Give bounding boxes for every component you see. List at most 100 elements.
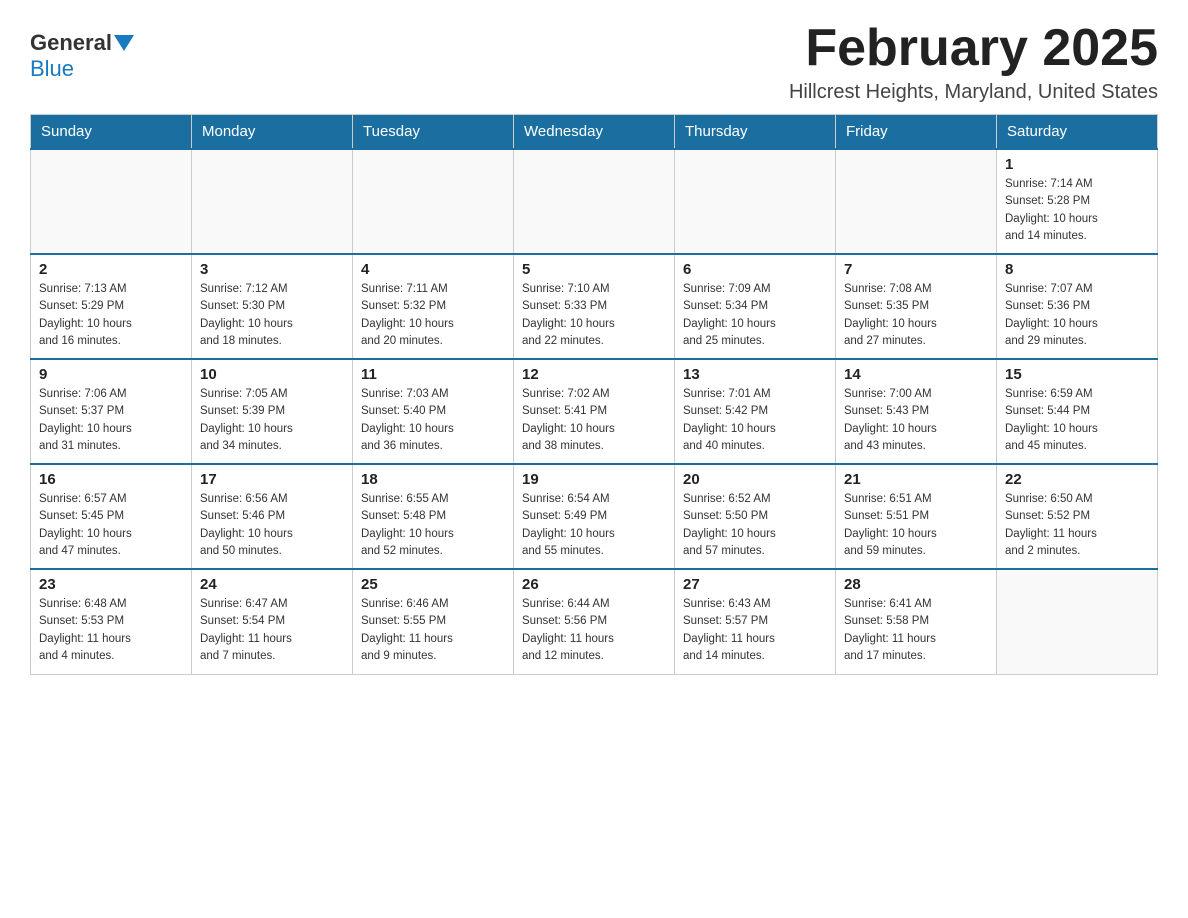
calendar-cell: 8Sunrise: 7:07 AMSunset: 5:36 PMDaylight… — [997, 254, 1158, 359]
calendar-cell: 4 Sunrise: 7:11 AMSunset: 5:32 PMDaylight… — [353, 254, 514, 359]
calendar-cell — [353, 149, 514, 254]
column-header-tuesday: Tuesday — [353, 115, 514, 150]
week-row-5: 23Sunrise: 6:48 AMSunset: 5:53 PMDayligh… — [31, 569, 1158, 674]
day-number: 11 — [361, 366, 505, 383]
day-number: 5 — [522, 261, 666, 278]
logo-blue-text: Blue — [30, 56, 74, 81]
month-title: February 2025 — [789, 20, 1158, 77]
day-number: 23 — [39, 576, 183, 593]
calendar-cell: 13 Sunrise: 7:01 AMSunset: 5:42 PMDayligh… — [675, 359, 836, 464]
day-number: 16 — [39, 471, 183, 488]
location-title: Hillcrest Heights, Maryland, United Stat… — [789, 81, 1158, 104]
day-info: Sunrise: 6:55 AMSunset: 5:48 PMDaylight:… — [361, 491, 505, 560]
title-area: February 2025 Hillcrest Heights, Marylan… — [789, 20, 1158, 104]
day-info: Sunrise: 7:10 AMSunset: 5:33 PMDaylight:… — [522, 281, 666, 350]
calendar-cell — [514, 149, 675, 254]
calendar-cell: 21 Sunrise: 6:51 AMSunset: 5:51 PMDayligh… — [836, 464, 997, 569]
day-info: Sunrise: 7:06 AMSunset: 5:37 PMDaylight:… — [39, 386, 183, 455]
day-number: 24 — [200, 576, 344, 593]
calendar-cell: 24 Sunrise: 6:47 AMSunset: 5:54 PMDayligh… — [192, 569, 353, 674]
day-number: 13 — [683, 366, 827, 383]
column-header-saturday: Saturday — [997, 115, 1158, 150]
week-row-1: 1 Sunrise: 7:14 AMSunset: 5:28 PMDaylight… — [31, 149, 1158, 254]
day-number: 9 — [39, 366, 183, 383]
column-header-sunday: Sunday — [31, 115, 192, 150]
day-info: Sunrise: 6:51 AMSunset: 5:51 PMDaylight:… — [844, 491, 988, 560]
day-number: 2 — [39, 261, 183, 278]
calendar-cell — [836, 149, 997, 254]
calendar-cell — [997, 569, 1158, 674]
calendar-header: SundayMondayTuesdayWednesdayThursdayFrid… — [31, 115, 1158, 150]
calendar-cell — [675, 149, 836, 254]
day-info: Sunrise: 6:54 AMSunset: 5:49 PMDaylight:… — [522, 491, 666, 560]
logo-triangle-icon — [114, 35, 134, 51]
day-info: Sunrise: 7:01 AMSunset: 5:42 PMDaylight:… — [683, 386, 827, 455]
day-number: 22 — [1005, 471, 1149, 488]
day-info: Sunrise: 7:13 AMSunset: 5:29 PMDaylight:… — [39, 281, 183, 350]
day-number: 6 — [683, 261, 827, 278]
calendar-cell: 25 Sunrise: 6:46 AMSunset: 5:55 PMDayligh… — [353, 569, 514, 674]
calendar-cell: 3 Sunrise: 7:12 AMSunset: 5:30 PMDaylight… — [192, 254, 353, 359]
calendar-cell — [192, 149, 353, 254]
day-number: 15 — [1005, 366, 1149, 383]
day-info: Sunrise: 7:09 AMSunset: 5:34 PMDaylight:… — [683, 281, 827, 350]
day-info: Sunrise: 6:44 AMSunset: 5:56 PMDaylight:… — [522, 596, 666, 665]
calendar-cell: 18Sunrise: 6:55 AMSunset: 5:48 PMDayligh… — [353, 464, 514, 569]
day-info: Sunrise: 7:05 AMSunset: 5:39 PMDaylight:… — [200, 386, 344, 455]
calendar-cell: 11 Sunrise: 7:03 AMSunset: 5:40 PMDayligh… — [353, 359, 514, 464]
calendar-cell: 2 Sunrise: 7:13 AMSunset: 5:29 PMDaylight… — [31, 254, 192, 359]
column-header-thursday: Thursday — [675, 115, 836, 150]
day-number: 25 — [361, 576, 505, 593]
day-number: 4 — [361, 261, 505, 278]
calendar-cell: 14Sunrise: 7:00 AMSunset: 5:43 PMDayligh… — [836, 359, 997, 464]
calendar-cell: 26Sunrise: 6:44 AMSunset: 5:56 PMDayligh… — [514, 569, 675, 674]
day-info: Sunrise: 7:12 AMSunset: 5:30 PMDaylight:… — [200, 281, 344, 350]
day-info: Sunrise: 7:03 AMSunset: 5:40 PMDaylight:… — [361, 386, 505, 455]
day-number: 7 — [844, 261, 988, 278]
day-info: Sunrise: 6:46 AMSunset: 5:55 PMDaylight:… — [361, 596, 505, 665]
day-number: 12 — [522, 366, 666, 383]
calendar-cell: 19 Sunrise: 6:54 AMSunset: 5:49 PMDayligh… — [514, 464, 675, 569]
day-info: Sunrise: 6:43 AMSunset: 5:57 PMDaylight:… — [683, 596, 827, 665]
column-header-monday: Monday — [192, 115, 353, 150]
calendar-cell — [31, 149, 192, 254]
day-info: Sunrise: 7:08 AMSunset: 5:35 PMDaylight:… — [844, 281, 988, 350]
day-info: Sunrise: 6:52 AMSunset: 5:50 PMDaylight:… — [683, 491, 827, 560]
calendar-cell: 17Sunrise: 6:56 AMSunset: 5:46 PMDayligh… — [192, 464, 353, 569]
day-info: Sunrise: 6:47 AMSunset: 5:54 PMDaylight:… — [200, 596, 344, 665]
day-info: Sunrise: 7:11 AMSunset: 5:32 PMDaylight:… — [361, 281, 505, 350]
calendar-cell: 1 Sunrise: 7:14 AMSunset: 5:28 PMDaylight… — [997, 149, 1158, 254]
day-number: 1 — [1005, 156, 1149, 173]
day-number: 28 — [844, 576, 988, 593]
calendar-cell: 16Sunrise: 6:57 AMSunset: 5:45 PMDayligh… — [31, 464, 192, 569]
calendar-cell: 12 Sunrise: 7:02 AMSunset: 5:41 PMDayligh… — [514, 359, 675, 464]
logo: General Blue — [30, 20, 136, 82]
day-info: Sunrise: 7:02 AMSunset: 5:41 PMDaylight:… — [522, 386, 666, 455]
calendar-cell: 10 Sunrise: 7:05 AMSunset: 5:39 PMDayligh… — [192, 359, 353, 464]
calendar-cell: 20Sunrise: 6:52 AMSunset: 5:50 PMDayligh… — [675, 464, 836, 569]
day-info: Sunrise: 6:41 AMSunset: 5:58 PMDaylight:… — [844, 596, 988, 665]
page-header: General Blue February 2025 Hillcrest Hei… — [30, 20, 1158, 104]
day-number: 21 — [844, 471, 988, 488]
calendar-cell: 28 Sunrise: 6:41 AMSunset: 5:58 PMDayligh… — [836, 569, 997, 674]
day-number: 3 — [200, 261, 344, 278]
day-number: 19 — [522, 471, 666, 488]
day-info: Sunrise: 6:50 AMSunset: 5:52 PMDaylight:… — [1005, 491, 1149, 560]
day-number: 10 — [200, 366, 344, 383]
calendar-cell: 27 Sunrise: 6:43 AMSunset: 5:57 PMDayligh… — [675, 569, 836, 674]
day-info: Sunrise: 7:00 AMSunset: 5:43 PMDaylight:… — [844, 386, 988, 455]
day-info: Sunrise: 7:14 AMSunset: 5:28 PMDaylight:… — [1005, 176, 1149, 245]
logo-general-text: General — [30, 30, 112, 56]
calendar-cell: 6 Sunrise: 7:09 AMSunset: 5:34 PMDaylight… — [675, 254, 836, 359]
column-header-friday: Friday — [836, 115, 997, 150]
calendar-cell: 9 Sunrise: 7:06 AMSunset: 5:37 PMDaylight… — [31, 359, 192, 464]
calendar-cell: 22 Sunrise: 6:50 AMSunset: 5:52 PMDayligh… — [997, 464, 1158, 569]
week-row-3: 9 Sunrise: 7:06 AMSunset: 5:37 PMDaylight… — [31, 359, 1158, 464]
day-info: Sunrise: 6:56 AMSunset: 5:46 PMDaylight:… — [200, 491, 344, 560]
day-info: Sunrise: 7:07 AMSunset: 5:36 PMDaylight:… — [1005, 281, 1149, 350]
week-row-4: 16Sunrise: 6:57 AMSunset: 5:45 PMDayligh… — [31, 464, 1158, 569]
day-number: 27 — [683, 576, 827, 593]
week-row-2: 2 Sunrise: 7:13 AMSunset: 5:29 PMDaylight… — [31, 254, 1158, 359]
header-row: SundayMondayTuesdayWednesdayThursdayFrid… — [31, 115, 1158, 150]
calendar-cell: 15Sunrise: 6:59 AMSunset: 5:44 PMDayligh… — [997, 359, 1158, 464]
